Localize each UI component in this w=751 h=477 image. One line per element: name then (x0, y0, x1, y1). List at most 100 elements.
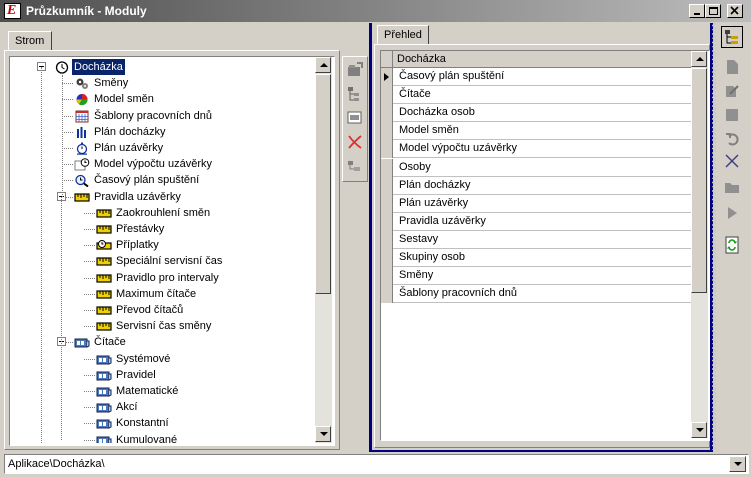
path-dropdown-button[interactable] (729, 456, 746, 472)
grid-scroll-down-button[interactable] (691, 422, 707, 438)
tree-scroll-up-button[interactable] (315, 57, 331, 73)
tree-item-label: Kumulované (116, 433, 178, 443)
undo-button[interactable] (721, 128, 743, 150)
tree-view[interactable]: Docházka Směny Model směn Šablony pracovníc… (9, 56, 335, 446)
tree-item[interactable]: Přestávky (10, 221, 315, 237)
tree-structure-icon (725, 30, 738, 44)
tree-item[interactable]: Akcí (10, 399, 315, 415)
timer-search-icon (74, 174, 90, 188)
tree-item-label: Docházka (72, 59, 125, 75)
table-row[interactable]: Šablony pracovních dnů (381, 285, 691, 304)
tree-scroll-down-button[interactable] (315, 426, 331, 442)
table-row[interactable]: Docházka osob (381, 104, 691, 123)
close-button[interactable] (727, 4, 743, 18)
grid-scrollbar[interactable] (691, 51, 708, 438)
tree-scrollbar[interactable] (315, 57, 332, 443)
clock-icon (54, 61, 70, 74)
row-selector[interactable] (381, 249, 393, 267)
tree-view-button[interactable] (344, 83, 366, 105)
copy-button[interactable] (721, 176, 743, 198)
tree-item[interactable]: Matematické (10, 383, 315, 399)
tree-item[interactable]: Speciální servisní čas (10, 253, 315, 269)
maximize-button[interactable] (705, 4, 721, 18)
tree-item[interactable]: Model výpočtu uzávěrky (10, 156, 315, 172)
properties-button[interactable] (344, 107, 366, 129)
tree-item[interactable]: Plán docházky (10, 124, 315, 140)
table-cell: Docházka osob (399, 106, 475, 119)
app-icon[interactable]: E (4, 3, 21, 19)
tree-connector (62, 99, 73, 101)
data-grid[interactable]: Docházka Časový plán spuštění Čítače Dochá… (380, 50, 710, 441)
ruler-icon (96, 304, 112, 317)
tree-item[interactable]: Směny (10, 75, 315, 91)
edit-record-button[interactable] (721, 80, 743, 102)
row-selector[interactable] (381, 86, 393, 105)
tab-strom[interactable]: Strom (8, 31, 52, 51)
table-row[interactable]: Časový plán spuštění (381, 68, 691, 86)
table-row[interactable]: Směny (381, 267, 691, 286)
grid-scroll-thumb[interactable] (691, 68, 707, 293)
document-icon (727, 60, 738, 74)
row-selector[interactable] (381, 212, 393, 231)
tree-toggle-button[interactable] (721, 26, 743, 48)
table-row[interactable]: Pravidla uzávěrky (381, 212, 691, 231)
tree-item[interactable]: Konstantní (10, 415, 315, 431)
tree-item[interactable]: Kumulované (10, 432, 315, 443)
row-selector[interactable] (381, 194, 393, 213)
tree-item[interactable]: Pravidla uzávěrky (10, 189, 315, 205)
table-row[interactable]: Čítače (381, 86, 691, 105)
tab-prehled[interactable]: Přehled (377, 25, 429, 45)
tree-options-button[interactable] (344, 157, 366, 179)
row-selector[interactable] (381, 158, 393, 177)
tree-item[interactable]: Docházka (10, 59, 315, 75)
tree-item[interactable]: Časový plán spuštění (10, 172, 315, 188)
table-row[interactable]: Osoby (381, 158, 691, 177)
tree-item[interactable]: Šablony pracovních dnů (10, 108, 315, 124)
row-selector[interactable] (381, 104, 393, 123)
splitter[interactable] (712, 22, 716, 450)
grid-scroll-up-button[interactable] (691, 51, 707, 67)
grid-header[interactable]: Docházka (381, 51, 691, 68)
tree-item-label: Přestávky (116, 223, 165, 235)
tree-item[interactable]: Plán uzávěrky (10, 140, 315, 156)
table-row[interactable]: Model směn (381, 122, 691, 141)
row-selector[interactable] (381, 122, 393, 141)
tree-connector (84, 407, 95, 409)
row-selector[interactable] (381, 68, 393, 86)
table-row[interactable]: Model výpočtu uzávěrky (381, 140, 691, 159)
save-record-button[interactable] (721, 104, 743, 126)
title-bar[interactable]: E Průzkumník - Moduly (0, 0, 751, 22)
table-row[interactable]: Plán docházky (381, 176, 691, 195)
table-row[interactable]: Plán uzávěrky (381, 194, 691, 213)
table-row[interactable]: Sestavy (381, 230, 691, 249)
bar-chart-icon (74, 126, 90, 139)
new-folder-button[interactable] (344, 59, 366, 81)
row-selector[interactable] (381, 230, 393, 249)
row-selector[interactable] (381, 267, 393, 286)
tree-item[interactable]: Zaokrouhlení směn (10, 205, 315, 221)
tree-scroll-thumb[interactable] (315, 74, 331, 294)
tree-item[interactable]: Pravidel (10, 367, 315, 383)
tree-item[interactable]: Maximum čítače (10, 286, 315, 302)
path-combobox[interactable]: Aplikace\Docházka\ (4, 454, 749, 474)
tree-item[interactable]: Příplatky (10, 237, 315, 253)
tree-item[interactable]: Čítače (10, 334, 315, 350)
tree-item[interactable]: Systémové (10, 351, 315, 367)
tree-item[interactable]: Převod čítačů (10, 302, 315, 318)
row-selector[interactable] (381, 285, 393, 304)
row-selector[interactable] (381, 176, 393, 195)
run-button[interactable] (721, 202, 743, 224)
tree-item[interactable]: Servisní čas směny (10, 318, 315, 334)
new-record-button[interactable] (721, 56, 743, 78)
minimize-button[interactable] (689, 4, 705, 18)
tree-connector (84, 439, 95, 441)
tree-item[interactable]: Model směn (10, 91, 315, 107)
cancel-button[interactable] (721, 150, 743, 172)
table-row[interactable]: Skupiny osob (381, 249, 691, 267)
delete-button[interactable] (344, 131, 366, 153)
refresh-button[interactable] (721, 234, 743, 256)
tree-item[interactable]: Pravidlo pro intervaly (10, 270, 315, 286)
window-title: Průzkumník - Moduly (26, 4, 147, 18)
row-selector[interactable] (381, 140, 393, 159)
tree-connector (84, 326, 95, 328)
